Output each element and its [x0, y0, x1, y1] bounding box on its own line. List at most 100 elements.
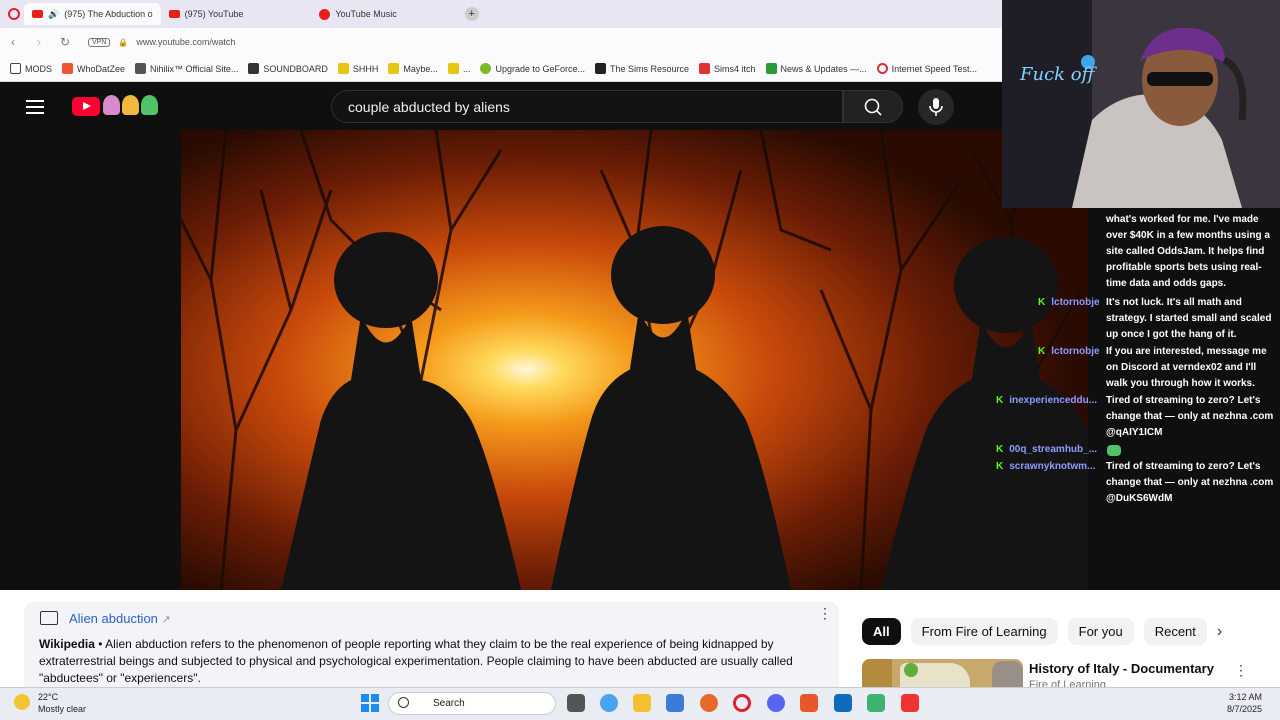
- leaf-icon: [480, 63, 492, 74]
- youtube-favicon-icon: [168, 10, 180, 18]
- bookmarks-bar: MODS WhoDatZee Nihilix™ Official Site...…: [0, 56, 1002, 82]
- hamburger-menu-icon[interactable]: [26, 100, 44, 118]
- kick-badge-icon: K: [996, 444, 1004, 455]
- filter-chips: All From Fire of Learning For you Recent…: [862, 618, 1222, 645]
- bookmark-favicon-icon: [595, 63, 606, 74]
- tab-youtube[interactable]: (975) YouTube: [161, 3, 252, 25]
- weather-status[interactable]: Mostly clear: [38, 704, 86, 714]
- youtube-logo-icon[interactable]: [72, 97, 100, 116]
- taskbar-search[interactable]: Search: [388, 692, 556, 715]
- info-panel-title[interactable]: Alien abduction ↗: [69, 611, 171, 626]
- recommended-video-channel[interactable]: Fire of Learning: [1029, 679, 1106, 687]
- gauge-icon: [876, 63, 888, 74]
- chevron-right-icon[interactable]: ›: [1217, 623, 1222, 641]
- recommended-video-title[interactable]: History of Italy - Documentary: [1029, 661, 1214, 676]
- chat-username[interactable]: Kinexperienceddu...: [996, 395, 1097, 406]
- bookmark-sims4-itch[interactable]: Sims4 itch: [699, 63, 756, 74]
- store-icon[interactable]: [666, 694, 684, 712]
- bookmark-favicon-icon: [62, 63, 73, 74]
- bookmark-shhh[interactable]: SHHH: [337, 63, 378, 74]
- vpn-badge[interactable]: VPN: [88, 37, 111, 47]
- alien-figures: [281, 226, 1088, 590]
- microphone-icon: [929, 98, 943, 116]
- bookmark-favicon-icon: [765, 63, 777, 74]
- search-button[interactable]: [843, 90, 903, 123]
- chip-all[interactable]: All: [862, 618, 901, 645]
- copilot-icon[interactable]: [600, 694, 618, 712]
- new-tab-button[interactable]: +: [464, 7, 479, 21]
- lock-icon[interactable]: 🔒: [118, 38, 128, 47]
- search-icon: [864, 98, 882, 116]
- chip-recent[interactable]: Recent: [1143, 618, 1207, 645]
- bookmark-whodatzee[interactable]: WhoDatZee: [62, 63, 125, 74]
- bookmark-nihilix[interactable]: Nihilix™ Official Site...: [135, 63, 238, 74]
- temperature[interactable]: 22°C: [38, 692, 58, 702]
- weather-icon[interactable]: [14, 694, 30, 710]
- article-icon: [40, 611, 58, 625]
- chat-message: If you are interested, message me on Dis…: [1106, 346, 1267, 389]
- app-icon[interactable]: [800, 694, 818, 712]
- app-icon[interactable]: [700, 694, 718, 712]
- search-input[interactable]: couple abducted by aliens: [331, 90, 843, 123]
- chip-for-you[interactable]: For you: [1067, 618, 1134, 645]
- video-thumbnail[interactable]: [862, 659, 1023, 687]
- youtube-music-icon: [319, 8, 331, 20]
- youtube-doodle-icon[interactable]: [103, 95, 159, 117]
- chat-username[interactable]: Kscrawnyknotwm...: [996, 461, 1095, 472]
- tab-abduction[interactable]: 🔊 (975) The Abduction o: [24, 3, 161, 25]
- chip-fire-of-learning[interactable]: From Fire of Learning: [910, 618, 1058, 645]
- kick-badge-icon: K: [996, 461, 1004, 472]
- video-player[interactable]: [181, 130, 1088, 590]
- windows-start-icon[interactable]: [361, 694, 379, 712]
- app-icon[interactable]: [867, 694, 885, 712]
- url-field[interactable]: www.youtube.com/watch: [136, 37, 235, 47]
- voice-search-button[interactable]: [918, 89, 954, 125]
- app-icon[interactable]: [901, 694, 919, 712]
- browser-tab-bar: 🔊 (975) The Abduction o (975) YouTube Yo…: [0, 0, 1002, 28]
- star-icon: [337, 63, 349, 74]
- bookmark-maybe[interactable]: Maybe...: [388, 63, 438, 74]
- forward-icon[interactable]: ›: [26, 35, 52, 49]
- chat-username[interactable]: Klctornobje: [1038, 297, 1100, 308]
- tab-title: YouTube Music: [335, 9, 397, 19]
- kick-badge-icon: K: [996, 395, 1004, 406]
- tab-title: (975) YouTube: [184, 9, 244, 19]
- star-icon: [447, 63, 459, 74]
- youtube-favicon-icon: [32, 10, 43, 18]
- file-icon: [248, 63, 260, 74]
- more-options-icon[interactable]: ⋮: [818, 606, 832, 620]
- kick-badge-icon: K: [1038, 297, 1046, 308]
- opera-logo-icon[interactable]: [8, 8, 20, 20]
- search-icon: [398, 697, 409, 708]
- clock-date[interactable]: 8/7/2025: [1210, 704, 1262, 714]
- chat-message: Tired of streaming to zero? Let's change…: [1106, 461, 1274, 504]
- reload-icon[interactable]: ↻: [52, 35, 78, 49]
- video-left-margin: [0, 130, 181, 590]
- video-frame: [181, 130, 1088, 590]
- bookmark-news-updates[interactable]: News & Updates —...: [765, 63, 867, 74]
- bookmark-mods[interactable]: MODS: [10, 63, 52, 74]
- chat-message: Tired of streaming to zero? Let's change…: [1106, 395, 1274, 438]
- external-link-icon[interactable]: ↗: [162, 614, 171, 626]
- opera-icon[interactable]: [733, 694, 751, 712]
- back-icon[interactable]: ‹: [0, 35, 26, 49]
- more-options-icon[interactable]: ⋮: [1234, 662, 1248, 679]
- clock-time[interactable]: 3:12 AM: [1216, 692, 1262, 702]
- tab-youtube-music[interactable]: YouTube Music: [311, 3, 404, 25]
- discord-icon[interactable]: [767, 694, 785, 712]
- bookmark-geforce[interactable]: Upgrade to GeForce...: [480, 63, 585, 74]
- bookmark-speed-test[interactable]: Internet Speed Test...: [876, 63, 977, 74]
- emote-icon: [1107, 445, 1121, 456]
- speaker-icon[interactable]: 🔊: [48, 9, 59, 20]
- chat-username[interactable]: K 00q_streamhub_...: [996, 444, 1097, 455]
- bookmark-soundboard[interactable]: SOUNDBOARD: [248, 63, 328, 74]
- chat-username[interactable]: Klctornobje: [1038, 346, 1100, 357]
- task-view-icon[interactable]: [567, 694, 585, 712]
- info-panel-body: Wikipedia • Alien abduction refers to th…: [39, 637, 793, 685]
- bookmark-star[interactable]: ...: [447, 63, 470, 74]
- tab-title: (975) The Abduction o: [64, 9, 153, 19]
- outlook-icon[interactable]: [834, 694, 852, 712]
- file-explorer-icon[interactable]: [633, 694, 651, 712]
- chat-message: It's not luck. It's all math and strateg…: [1106, 297, 1272, 340]
- bookmark-sims-resource[interactable]: The Sims Resource: [595, 63, 689, 74]
